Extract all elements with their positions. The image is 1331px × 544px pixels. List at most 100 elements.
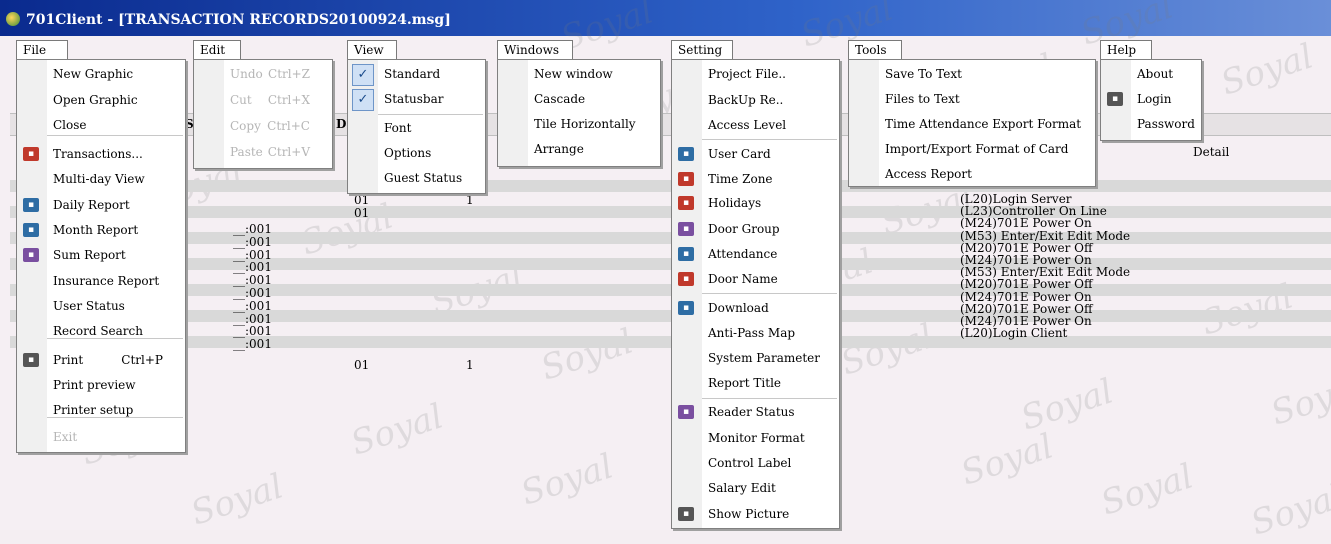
door-name-icon: ▪: [678, 272, 694, 286]
setting-menu-item-report-title[interactable]: Report Title: [672, 371, 839, 396]
menu-item-label: Save To Text: [885, 67, 962, 81]
menu-item-label: Door Name: [708, 272, 778, 286]
setting-menu-item-project-file[interactable]: Project File..: [672, 62, 839, 87]
menu-item-label: Show Picture: [708, 507, 790, 521]
menu-item-label: User Card: [708, 147, 771, 161]
setting-menu-item-salary-edit[interactable]: Salary Edit: [672, 476, 839, 501]
menu-windows[interactable]: Windows: [497, 40, 573, 59]
setting-menu-item-anti-pass-map[interactable]: Anti-Pass Map: [672, 321, 839, 346]
file-menu-item-new-graphic[interactable]: New Graphic: [17, 62, 185, 87]
menu-item-label: Report Title: [708, 376, 782, 390]
tools-menu-item-access-report[interactable]: Access Report: [849, 162, 1095, 187]
edit-menu-dropdown: Undo Ctrl+Z Cut Ctrl+X Copy Ctrl+C Paste Ctrl+V: [193, 59, 333, 169]
help-menu-item-login[interactable]: ▪ Login: [1101, 87, 1201, 112]
edit-menu-item-undo: Undo Ctrl+Z: [194, 62, 332, 87]
menu-item-label: Standard: [384, 67, 441, 81]
file-menu-item-print[interactable]: ▪ Print Ctrl+P: [17, 348, 185, 373]
setting-menu-dropdown: Project File.. BackUp Re.. Access Level ▪ Us…: [671, 59, 840, 529]
setting-menu-item-show-picture[interactable]: ▪ Show Picture: [672, 502, 839, 527]
menu-item-label: Import/Export Format of Card: [885, 142, 1069, 156]
menu-file[interactable]: File: [16, 40, 68, 59]
file-menu-item-record-search[interactable]: Record Search: [17, 319, 185, 344]
menu-tools[interactable]: Tools: [848, 40, 902, 59]
setting-menu-item-backup-re[interactable]: BackUp Re..: [672, 88, 839, 113]
view-menu-item-guest-status[interactable]: Guest Status: [348, 166, 485, 191]
menu-edit[interactable]: Edit: [193, 40, 241, 59]
menu-item-label: New Graphic: [53, 67, 134, 81]
windows-menu-item-tile-horizontally[interactable]: Tile Horizontally: [498, 112, 660, 137]
menu-view-label: View: [354, 43, 384, 57]
menu-separator: [378, 114, 483, 115]
windows-menu-item-arrange[interactable]: Arrange: [498, 137, 660, 162]
menu-item-label: Monitor Format: [708, 431, 805, 445]
tools-menu-item-files-to-text[interactable]: Files to Text: [849, 87, 1095, 112]
menu-item-shortcut: Ctrl+P: [121, 353, 163, 367]
menu-item-label: New window: [534, 67, 613, 81]
tools-menu-item-import-export-format-of-card[interactable]: Import/Export Format of Card: [849, 137, 1095, 162]
view-menu-dropdown: ✓ Standard ✓ Statusbar Font Options Guest Stat…: [347, 59, 486, 194]
file-menu-item-open-graphic[interactable]: Open Graphic: [17, 88, 185, 113]
mid-cell: 01: [354, 206, 370, 220]
file-menu-item-printer-setup[interactable]: Printer setup: [17, 398, 185, 423]
file-menu-item-print-preview[interactable]: Print preview: [17, 373, 185, 398]
menu-item-label: Transactions...: [53, 147, 143, 161]
setting-menu-item-reader-status[interactable]: ▪ Reader Status: [672, 400, 839, 425]
menu-setting[interactable]: Setting: [671, 40, 733, 59]
setting-menu-item-monitor-format[interactable]: Monitor Format: [672, 426, 839, 451]
setting-menu-item-time-zone[interactable]: ▪ Time Zone: [672, 167, 839, 192]
file-menu-item-insurance-report[interactable]: Insurance Report: [17, 269, 185, 294]
file-menu-item-multi-day-view[interactable]: Multi-day View: [17, 167, 185, 192]
tools-menu-item-save-to-text[interactable]: Save To Text: [849, 62, 1095, 87]
setting-menu-item-attendance[interactable]: ▪ Attendance: [672, 242, 839, 267]
menu-item-label: Paste: [230, 145, 263, 159]
file-menu-item-daily-report[interactable]: ▪ Daily Report: [17, 193, 185, 218]
windows-menu-item-cascade[interactable]: Cascade: [498, 87, 660, 112]
menu-separator: [702, 139, 837, 140]
view-menu-item-font[interactable]: Font: [348, 116, 485, 141]
file-menu-item-exit: Exit: [17, 425, 185, 450]
daily-report-icon: ▪: [23, 198, 39, 212]
print-icon: ▪: [23, 353, 39, 367]
windows-menu-item-new-window[interactable]: New window: [498, 62, 660, 87]
menu-help[interactable]: Help: [1100, 40, 1152, 59]
door-group-icon: ▪: [678, 222, 694, 236]
setting-menu-item-access-level[interactable]: Access Level: [672, 113, 839, 138]
mid-cell: 01: [354, 193, 370, 207]
setting-menu-item-system-parameter[interactable]: System Parameter: [672, 346, 839, 371]
setting-menu-item-download[interactable]: ▪ Download: [672, 296, 839, 321]
setting-menu-item-control-label[interactable]: Control Label: [672, 451, 839, 476]
view-menu-item-standard[interactable]: ✓ Standard: [348, 62, 485, 87]
one-cell: 1: [466, 358, 474, 372]
menu-item-label: Holidays: [708, 196, 762, 210]
menu-item-label: Daily Report: [53, 198, 130, 212]
view-menu-item-options[interactable]: Options: [348, 141, 485, 166]
file-menu-item-month-report[interactable]: ▪ Month Report: [17, 218, 185, 243]
file-menu-item-transactions[interactable]: ▪ Transactions...: [17, 142, 185, 167]
help-menu-item-about[interactable]: About: [1101, 62, 1201, 87]
menu-item-label: Printer setup: [53, 403, 134, 417]
setting-menu-item-door-name[interactable]: ▪ Door Name: [672, 267, 839, 292]
edit-menu-item-copy: Copy Ctrl+C: [194, 114, 332, 139]
menu-item-label: Login: [1137, 92, 1172, 106]
menu-separator: [702, 398, 837, 399]
setting-menu-item-user-card[interactable]: ▪ User Card: [672, 142, 839, 167]
menu-item-label: Cascade: [534, 92, 586, 106]
file-menu-item-user-status[interactable]: User Status: [17, 294, 185, 319]
month-report-icon: ▪: [23, 223, 39, 237]
window-title: 701Client - [TRANSACTION RECORDS20100924…: [26, 12, 451, 28]
menu-view[interactable]: View: [347, 40, 397, 59]
menu-item-label: Insurance Report: [53, 274, 160, 288]
user-card-icon: ▪: [678, 147, 694, 161]
tools-menu-item-time-attendance-export-format[interactable]: Time Attendance Export Format: [849, 112, 1095, 137]
file-menu-item-sum-report[interactable]: ▪ Sum Report: [17, 243, 185, 268]
menu-item-label: About: [1137, 67, 1174, 81]
attendance-icon: ▪: [678, 247, 694, 261]
setting-menu-item-door-group[interactable]: ▪ Door Group: [672, 217, 839, 242]
help-menu-item-password[interactable]: Password: [1101, 112, 1201, 137]
transactions-icon: ▪: [23, 147, 39, 161]
view-menu-item-statusbar[interactable]: ✓ Statusbar: [348, 87, 485, 112]
one-cell: 1: [466, 193, 474, 207]
menu-windows-label: Windows: [504, 43, 560, 57]
menu-item-shortcut: Ctrl+X: [267, 93, 310, 107]
setting-menu-item-holidays[interactable]: ▪ Holidays: [672, 191, 839, 216]
